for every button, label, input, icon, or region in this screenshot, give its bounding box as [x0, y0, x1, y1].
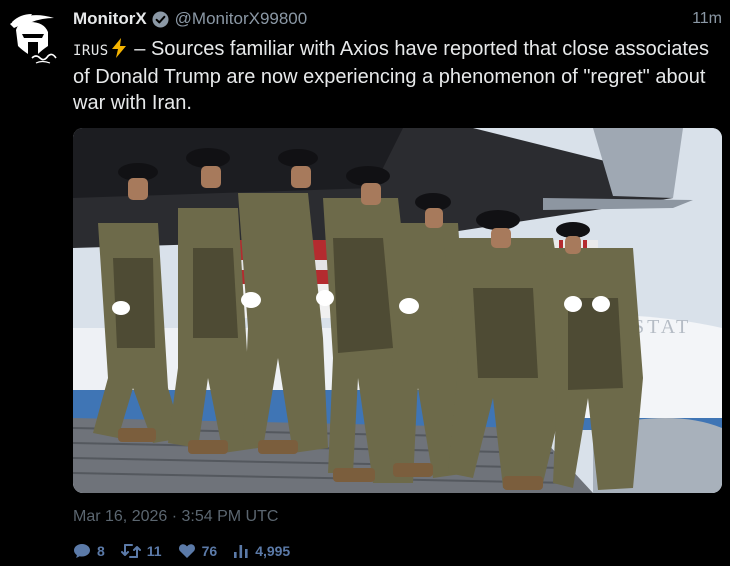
- avatar[interactable]: [2, 8, 62, 68]
- retweet-icon: [120, 544, 141, 558]
- tweet-body: IRUS – Sources familiar with Axios have …: [73, 36, 713, 116]
- like-count: 76: [201, 543, 218, 559]
- views-stat[interactable]: 4,995: [233, 543, 290, 559]
- bar-chart-icon: [234, 545, 248, 558]
- lightning-bolt-icon: [110, 38, 128, 58]
- tweet-stats: 8 11 76 4,995: [73, 543, 306, 559]
- tweet-photo[interactable]: STAT: [73, 128, 722, 493]
- tweet-timestamp[interactable]: Mar 16, 2026 · 3:54 PM UTC: [73, 508, 278, 526]
- user-handle[interactable]: @MonitorX99800: [175, 9, 308, 29]
- photo-image: STAT: [73, 128, 722, 493]
- like-button[interactable]: 76: [178, 543, 218, 559]
- svg-text:STAT: STAT: [633, 316, 691, 338]
- view-count: 4,995: [255, 543, 291, 559]
- reply-count: 8: [97, 543, 105, 559]
- tweet-card: MonitorX @MonitorX99800 11m IRUS – Sourc…: [0, 0, 730, 566]
- reply-icon: [74, 544, 90, 558]
- tweet-prefix-tag: IRUS: [73, 43, 109, 59]
- spartan-helmet-logo-icon: [10, 14, 57, 64]
- heart-icon: [178, 544, 195, 558]
- reply-button[interactable]: 8: [73, 543, 105, 559]
- retweet-button[interactable]: 11: [120, 543, 162, 559]
- tweet-time-ago[interactable]: 11m: [692, 10, 722, 28]
- verified-badge-icon: [152, 11, 169, 28]
- tweet-text: – Sources familiar with Axios have repor…: [73, 38, 710, 114]
- retweet-count: 11: [146, 543, 162, 559]
- display-name[interactable]: MonitorX: [73, 9, 147, 29]
- tweet-header: MonitorX @MonitorX99800 11m: [73, 8, 722, 30]
